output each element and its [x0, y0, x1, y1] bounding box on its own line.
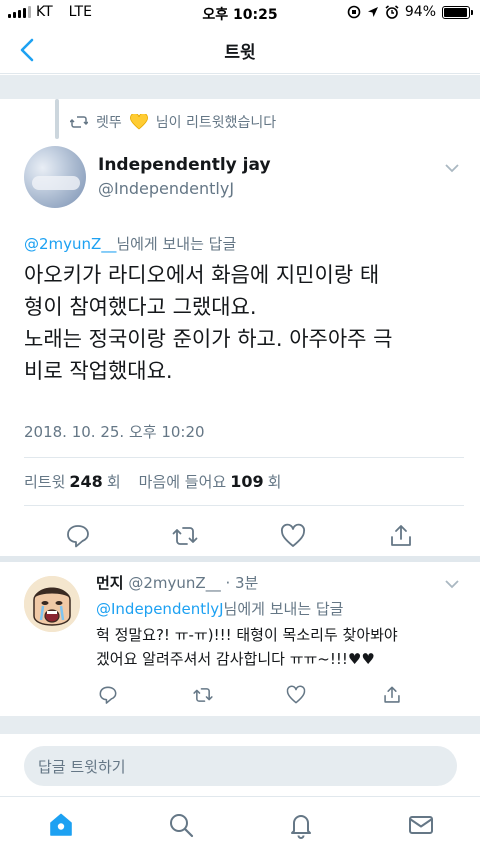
reply-more-options-button[interactable] [444, 576, 460, 592]
reply-to-line: @2myunZ__님에게 보내는 답글 [24, 233, 236, 254]
reply-actions [0, 683, 480, 709]
retweet-banner[interactable]: 렛뚜 님이 리트윗했습니다 [70, 112, 276, 132]
reply-to-suffix: 님에게 보내는 답글 [116, 235, 237, 253]
reply-reply-to-line: @IndependentlyJ님에게 보내는 답글 [96, 598, 343, 619]
location-icon [367, 7, 378, 17]
more-options-button[interactable] [444, 160, 460, 176]
author-handle[interactable]: @IndependentlyJ [98, 179, 234, 198]
tab-home[interactable] [47, 811, 75, 839]
reply-share-button[interactable] [382, 685, 402, 705]
retweet-count[interactable]: 248 [69, 472, 102, 491]
alarm-icon [385, 5, 399, 19]
reply-text: 헉 정말요?! ㅠ-ㅠ)!!! 태형이 목소리두 찾아봐야 겠어요 알려주셔서 … [96, 626, 398, 668]
avatar-cloud-image [32, 176, 80, 190]
status-right: 94% [347, 4, 473, 20]
mail-icon [409, 816, 433, 834]
divider [24, 505, 464, 506]
tab-search[interactable] [167, 811, 195, 839]
search-icon [170, 814, 194, 838]
yellow-heart-icon [129, 114, 148, 130]
crying-face-avatar-image [24, 576, 80, 632]
share-button[interactable] [388, 523, 414, 549]
reply-reply-to-suffix: 님에게 보내는 답글 [223, 600, 344, 618]
screen-lock-icon [347, 5, 361, 19]
retweet-icon [70, 116, 88, 128]
battery-icon [442, 5, 473, 19]
bell-icon [291, 815, 311, 839]
share-icon [391, 525, 411, 546]
retweet-icon [193, 688, 213, 702]
section-separator [0, 556, 480, 562]
reply-reply-to-handle[interactable]: @IndependentlyJ [96, 600, 224, 618]
retweet-unit: 회 [106, 473, 121, 491]
tab-messages[interactable] [407, 811, 435, 839]
divider [24, 457, 464, 458]
retweet-button[interactable] [172, 523, 198, 549]
share-icon [384, 686, 400, 703]
nav-bar: 트윗 [0, 26, 480, 74]
tweet-text: 아오키가 라디오에서 화음에 지민이랑 태 형이 참여했다고 그랬대요. 노래는… [24, 263, 393, 383]
reply-retweet-button[interactable] [193, 685, 213, 705]
tab-bar [0, 796, 480, 853]
reply-compose-input[interactable]: 답글 트윗하기 [24, 746, 457, 786]
tweet-date: 2018. 10. 25. 오후 10:20 [24, 423, 205, 441]
page-title: 트윗 [224, 43, 256, 63]
status-bar: KT LTE 오후 10:25 94% [0, 0, 480, 26]
heart-icon [286, 685, 306, 704]
avatar[interactable] [24, 146, 86, 208]
chevron-down-icon [445, 580, 459, 589]
tab-notifications[interactable] [287, 811, 315, 839]
reply-like-button[interactable] [286, 685, 306, 705]
reply-button[interactable] [65, 523, 91, 549]
author-name[interactable]: Independently jay [98, 155, 271, 175]
heart-icon [281, 523, 305, 547]
section-gap [0, 716, 480, 734]
reply-author-line[interactable]: 먼지 @2myunZ__ · 3분 [96, 572, 258, 593]
retweet-icon [172, 527, 198, 545]
like-unit: 회 [267, 473, 282, 491]
like-count[interactable]: 109 [230, 472, 263, 491]
reply-icon [67, 525, 89, 548]
tweet-stats: 리트윗 248 회 마음에 들어요 109 회 [24, 471, 281, 492]
retweet-label: 리트윗 [24, 473, 66, 491]
retweet-banner-text: 님이 리트윗했습니다 [155, 115, 277, 131]
reply-icon [99, 686, 117, 704]
retweeter-name: 렛뚜 [96, 115, 122, 131]
reply-avatar[interactable] [24, 576, 80, 632]
reply-author-handle: @2myunZ__ · 3분 [128, 574, 259, 592]
like-button[interactable] [280, 523, 306, 549]
battery-percent: 94% [404, 4, 436, 20]
thread-line [55, 99, 59, 139]
like-label: 마음에 들어요 [138, 473, 227, 491]
section-gap [0, 75, 480, 99]
home-icon [50, 813, 72, 836]
reply-reply-button[interactable] [98, 685, 118, 705]
reply-author-name: 먼지 [96, 574, 124, 592]
chevron-down-icon [445, 164, 459, 173]
tweet-actions [0, 518, 480, 554]
reply-to-handle[interactable]: @2myunZ__ [24, 235, 116, 253]
